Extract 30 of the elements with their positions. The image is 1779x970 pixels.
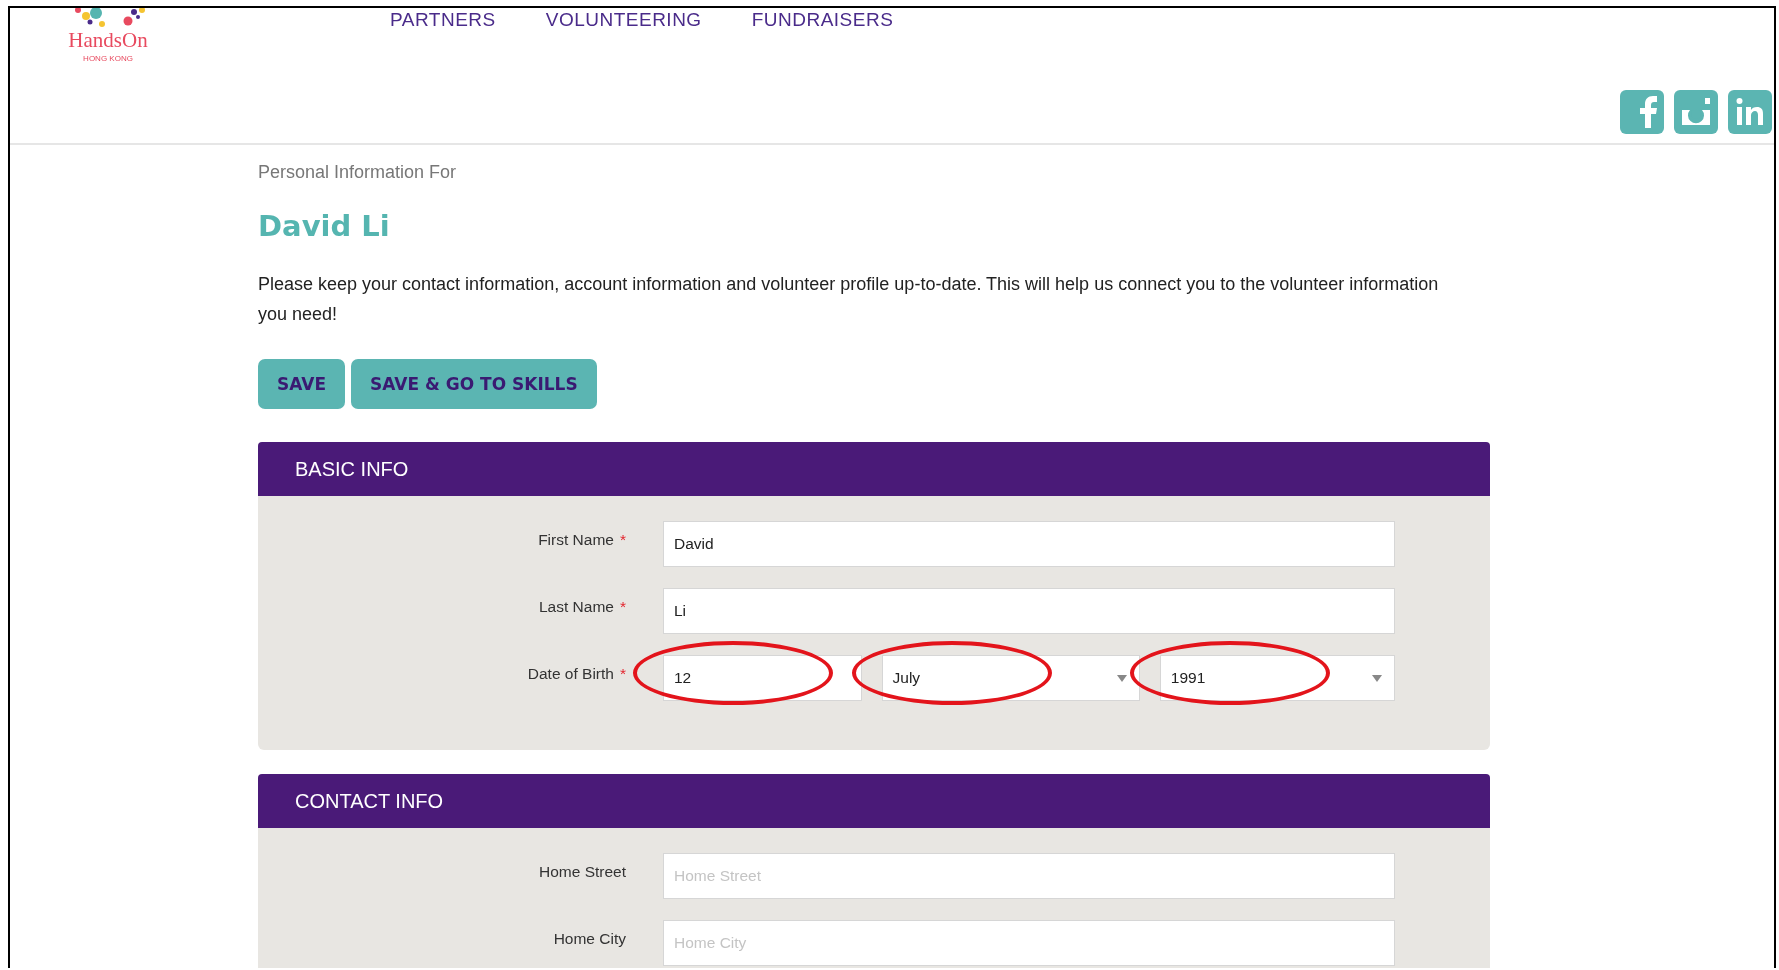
instagram-icon[interactable]: [1674, 90, 1718, 134]
nav-link[interactable]: VOLUNTEERING: [545, 10, 702, 32]
section-header: CONTACT INFO: [258, 774, 1490, 828]
user-name: David Li: [258, 209, 391, 243]
facebook-icon[interactable]: [1620, 90, 1664, 134]
field-label: Home Street: [539, 863, 626, 881]
nav-link[interactable]: PARTNERS: [390, 10, 496, 32]
required-asterisk: *: [619, 598, 626, 616]
page-caption: Personal Information For: [258, 162, 458, 183]
nav-link[interactable]: FUNDRAISERS: [751, 10, 894, 32]
logo-subtitle: HONG KONG: [83, 54, 133, 63]
field-label: Home City: [553, 930, 626, 948]
field-label: First Name: [538, 531, 614, 549]
field-label: Date of Birth: [527, 665, 614, 683]
intro-paragraph: Please keep your contact information, account information and volunteer profile up-to-date. This will help us connect you to the volunteer information you need!: [258, 273, 1440, 326]
save-and-continue-button[interactable]: SAVE & GO TO SKILLS: [351, 359, 597, 409]
select-field[interactable]: 1991: [1159, 655, 1395, 701]
section-header: BASIC INFO: [258, 442, 1490, 496]
caret-icon: [1116, 675, 1127, 682]
required-asterisk: *: [619, 665, 626, 683]
select-field[interactable]: July: [881, 655, 1140, 701]
linkedin-icon[interactable]: [1728, 90, 1772, 134]
field-label: Last Name: [539, 598, 614, 616]
caret-icon: [1372, 675, 1382, 682]
input-field[interactable]: 12: [663, 655, 862, 701]
input-field[interactable]: Li: [663, 588, 1395, 634]
save-button[interactable]: SAVE: [258, 359, 346, 409]
logo-text[interactable]: HandsOn: [68, 30, 148, 51]
required-asterisk: *: [619, 531, 626, 549]
input-field[interactable]: David: [663, 521, 1395, 567]
